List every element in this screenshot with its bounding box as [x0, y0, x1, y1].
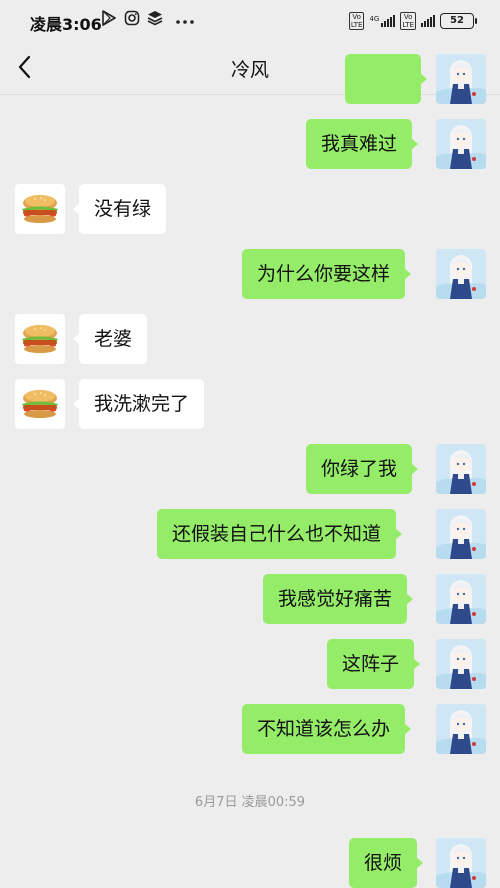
- volte-badge: Vo LTE: [348, 12, 365, 30]
- chat-header: 冷风: [0, 42, 500, 94]
- my-avatar[interactable]: [436, 704, 486, 754]
- network-type-label: 4G: [369, 15, 380, 23]
- message-bubble-sent[interactable]: 你绿了我: [306, 444, 419, 494]
- volte-badge-2: Vo LTE: [400, 12, 416, 30]
- my-avatar[interactable]: [436, 249, 486, 299]
- more-dots-icon: [175, 12, 195, 31]
- message-bubble-sent[interactable]: 我感觉好痛苦: [263, 574, 414, 624]
- contact-avatar[interactable]: [15, 314, 65, 364]
- contact-avatar[interactable]: [15, 379, 65, 429]
- message-bubble-sent[interactable]: 还假装自己什么也不知道: [157, 509, 403, 559]
- battery-icon: 52: [440, 13, 477, 29]
- message-bubble-sent[interactable]: 为什么你要这样: [242, 249, 412, 299]
- signal-4g-icon: 4G: [369, 15, 396, 27]
- my-avatar[interactable]: [436, 509, 486, 559]
- my-avatar[interactable]: [436, 444, 486, 494]
- my-avatar[interactable]: [436, 119, 486, 169]
- contact-avatar[interactable]: [15, 184, 65, 234]
- signal-icon: [421, 15, 435, 27]
- play-store-icon: [102, 10, 116, 30]
- header-divider: [0, 94, 500, 95]
- message-bubble-sent[interactable]: 我真难过: [306, 119, 419, 169]
- my-avatar[interactable]: [436, 54, 486, 104]
- my-avatar[interactable]: [436, 574, 486, 624]
- instagram-icon: [124, 10, 140, 30]
- message-bubble-sent[interactable]: [345, 54, 427, 104]
- message-bubble-received[interactable]: 我洗漱完了: [72, 379, 205, 429]
- message-bubble-received[interactable]: 老婆: [72, 314, 148, 364]
- message-bubble-sent[interactable]: 这阵子: [327, 639, 421, 689]
- message-bubble-sent[interactable]: 不知道该怎么办: [242, 704, 412, 754]
- message-bubble-sent[interactable]: 很烦: [349, 838, 424, 888]
- message-bubble-received[interactable]: 没有绿: [72, 184, 167, 234]
- layers-icon: [147, 10, 163, 30]
- status-time: 凌晨3:06: [30, 15, 102, 34]
- status-bar: 凌晨3:06 Vo LTE 4G Vo LTE 52: [0, 0, 500, 42]
- my-avatar[interactable]: [436, 639, 486, 689]
- message-timestamp: 6月7日 凌晨00:59: [194, 795, 306, 810]
- my-avatar[interactable]: [436, 838, 486, 888]
